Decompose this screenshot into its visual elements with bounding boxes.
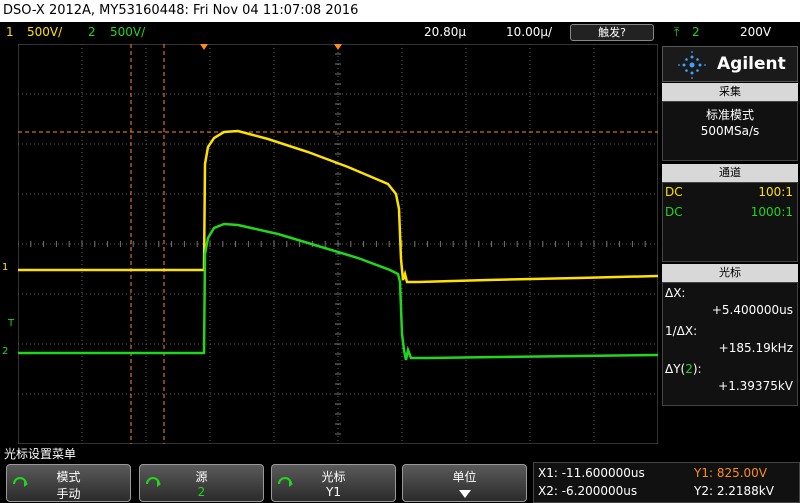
- delta-y-label: ΔY(2):: [665, 362, 702, 376]
- ch2-coupling: DC: [665, 205, 683, 219]
- cursor-header[interactable]: 光标: [662, 264, 798, 282]
- softkey-units[interactable]: 单位: [402, 464, 527, 502]
- menu-title: 光标设置菜单: [4, 447, 77, 461]
- softkey-mode-label: 模式: [56, 470, 81, 484]
- submenu-arrow-icon: [459, 490, 471, 498]
- inv-delta-x-label: 1/ΔX:: [665, 324, 698, 338]
- trigger-status-button[interactable]: 触发?: [570, 24, 654, 41]
- delta-x-value: +5.400000us: [711, 303, 793, 317]
- delta-y-label-post: ):: [692, 362, 702, 376]
- ch2-number[interactable]: 2: [88, 22, 96, 42]
- info-panel: Agilent 采集 标准模式 500MSa/s 通道 DC 100:1 DC …: [660, 44, 800, 444]
- ch2-scale[interactable]: 500V/: [110, 22, 145, 42]
- graticule: [18, 44, 658, 444]
- softkey-cursors[interactable]: 光标 Y1: [271, 464, 396, 502]
- trigger-edge-icon: ⤒: [674, 25, 680, 39]
- acquire-mode: 标准模式: [705, 108, 754, 122]
- agilent-spark-icon: [678, 51, 706, 79]
- cursor-x1-readout: X1: -11.600000us: [538, 466, 645, 480]
- cursor-section: ΔX: +5.400000us 1/ΔX: +185.19kHz ΔY(2): …: [662, 282, 798, 406]
- ch1-scale[interactable]: 500V/: [27, 22, 62, 42]
- brand-box: Agilent: [662, 46, 798, 82]
- ch2-ground-marker[interactable]: 2: [2, 346, 8, 357]
- inv-delta-x-value: +185.19kHz: [718, 341, 793, 355]
- ch1-probe: 100:1: [758, 185, 793, 199]
- sample-rate: 500MSa/s: [700, 124, 760, 138]
- softkey-units-label: 单位: [452, 470, 477, 484]
- softkey-cursors-label: 光标: [321, 470, 346, 484]
- softkey-source[interactable]: 源 2: [139, 464, 264, 502]
- softkey-source-label: 源: [195, 470, 208, 484]
- softkey-mode[interactable]: 模式 手动: [6, 464, 131, 502]
- ch1-ground-marker[interactable]: 1: [2, 262, 8, 273]
- time-position[interactable]: 20.80µ: [424, 22, 466, 42]
- cursor-x2-readout: X2: -6.200000us: [538, 484, 638, 498]
- cursor-readout: X1: -11.600000us X2: -6.200000us Y1: 825…: [533, 462, 800, 503]
- window-title: DSO-X 2012A, MY53160448: Fri Nov 04 11:0…: [0, 0, 800, 22]
- softkey-mode-value: 手动: [56, 487, 81, 501]
- time-scale[interactable]: 10.00µ/: [506, 22, 552, 42]
- brand-name: Agilent: [717, 54, 786, 74]
- ch1-coupling: DC: [665, 185, 683, 199]
- delta-y-value: +1.39375kV: [718, 379, 793, 393]
- channel-header[interactable]: 通道: [662, 164, 798, 182]
- trigger-level[interactable]: 200V: [740, 22, 771, 42]
- ch1-number[interactable]: 1: [6, 22, 14, 42]
- trigger-source[interactable]: 2: [692, 22, 700, 42]
- softkey-cursors-value: Y1: [326, 485, 341, 499]
- ch2-probe: 1000:1: [750, 205, 793, 219]
- cursor-y2-readout: Y2: 2.2188kV: [694, 484, 774, 498]
- trigger-level-marker[interactable]: T: [8, 318, 14, 329]
- softkey-source-value: 2: [197, 485, 206, 499]
- delta-y-label-channel: 2: [685, 362, 693, 376]
- channel-section: DC 100:1 DC 1000:1: [662, 182, 798, 262]
- status-bar: 1 500V/ 2 500V/ 20.80µ 10.00µ/ ⤒ 2 200V: [0, 22, 800, 42]
- acquire-header[interactable]: 采集: [662, 83, 798, 101]
- acquire-section: 标准模式 500MSa/s: [662, 101, 798, 161]
- delta-x-label: ΔX:: [665, 286, 686, 300]
- cursor-y1-readout: Y1: 825.00V: [694, 466, 768, 480]
- delta-y-label-pre: ΔY(: [665, 362, 686, 376]
- waveform-display[interactable]: [18, 44, 658, 444]
